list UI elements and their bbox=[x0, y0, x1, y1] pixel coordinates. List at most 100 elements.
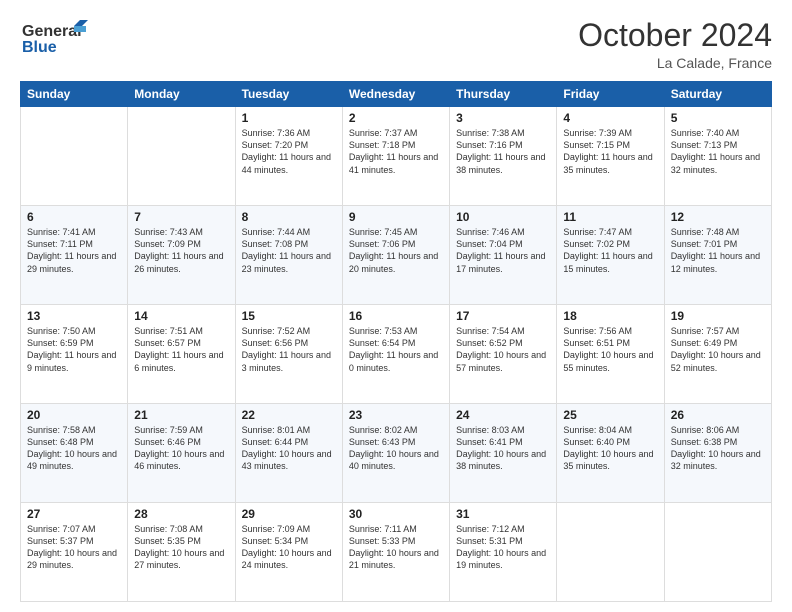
day-number: 4 bbox=[563, 111, 657, 125]
day-info: Sunrise: 7:46 AMSunset: 7:04 PMDaylight:… bbox=[456, 226, 550, 275]
day-info: Sunrise: 7:11 AMSunset: 5:33 PMDaylight:… bbox=[349, 523, 443, 572]
calendar-cell: 10 Sunrise: 7:46 AMSunset: 7:04 PMDayligh… bbox=[450, 206, 557, 305]
day-info: Sunrise: 7:54 AMSunset: 6:52 PMDaylight:… bbox=[456, 325, 550, 374]
day-info: Sunrise: 8:03 AMSunset: 6:41 PMDaylight:… bbox=[456, 424, 550, 473]
day-number: 26 bbox=[671, 408, 765, 422]
location-subtitle: La Calade, France bbox=[578, 55, 772, 71]
calendar-cell: 15 Sunrise: 7:52 AMSunset: 6:56 PMDayligh… bbox=[235, 305, 342, 404]
day-info: Sunrise: 7:09 AMSunset: 5:34 PMDaylight:… bbox=[242, 523, 336, 572]
day-info: Sunrise: 7:56 AMSunset: 6:51 PMDaylight:… bbox=[563, 325, 657, 374]
title-area: October 2024 La Calade, France bbox=[578, 18, 772, 71]
day-number: 23 bbox=[349, 408, 443, 422]
day-number: 30 bbox=[349, 507, 443, 521]
calendar-week-row: 20 Sunrise: 7:58 AMSunset: 6:48 PMDayligh… bbox=[21, 404, 772, 503]
day-info: Sunrise: 7:58 AMSunset: 6:48 PMDaylight:… bbox=[27, 424, 121, 473]
day-number: 22 bbox=[242, 408, 336, 422]
day-info: Sunrise: 7:41 AMSunset: 7:11 PMDaylight:… bbox=[27, 226, 121, 275]
calendar-cell: 31Sunrise: 7:12 AMSunset: 5:31 PMDayligh… bbox=[450, 503, 557, 602]
calendar-cell: 13 Sunrise: 7:50 AMSunset: 6:59 PMDayligh… bbox=[21, 305, 128, 404]
day-number: 2 bbox=[349, 111, 443, 125]
day-info: Sunrise: 7:59 AMSunset: 6:46 PMDaylight:… bbox=[134, 424, 228, 473]
calendar-cell: 2 Sunrise: 7:37 AMSunset: 7:18 PMDaylight… bbox=[342, 107, 449, 206]
day-number: 20 bbox=[27, 408, 121, 422]
day-info: Sunrise: 7:48 AMSunset: 7:01 PMDaylight:… bbox=[671, 226, 765, 275]
calendar-cell bbox=[128, 107, 235, 206]
calendar-cell: 3 Sunrise: 7:38 AMSunset: 7:16 PMDaylight… bbox=[450, 107, 557, 206]
calendar-cell: 11 Sunrise: 7:47 AMSunset: 7:02 PMDayligh… bbox=[557, 206, 664, 305]
calendar-cell bbox=[557, 503, 664, 602]
calendar-table: SundayMondayTuesdayWednesdayThursdayFrid… bbox=[20, 81, 772, 602]
calendar-cell: 14Sunrise: 7:51 AMSunset: 6:57 PMDayligh… bbox=[128, 305, 235, 404]
day-number: 11 bbox=[563, 210, 657, 224]
day-number: 18 bbox=[563, 309, 657, 323]
day-info: Sunrise: 8:06 AMSunset: 6:38 PMDaylight:… bbox=[671, 424, 765, 473]
weekday-header-thursday: Thursday bbox=[450, 82, 557, 107]
day-number: 29 bbox=[242, 507, 336, 521]
day-number: 5 bbox=[671, 111, 765, 125]
day-number: 1 bbox=[242, 111, 336, 125]
calendar-cell: 29 Sunrise: 7:09 AMSunset: 5:34 PMDayligh… bbox=[235, 503, 342, 602]
calendar-cell: 25Sunrise: 8:04 AMSunset: 6:40 PMDayligh… bbox=[557, 404, 664, 503]
page-header: General Blue October 2024 La Calade, Fra… bbox=[20, 18, 772, 71]
day-number: 24 bbox=[456, 408, 550, 422]
svg-text:General: General bbox=[22, 23, 82, 40]
day-info: Sunrise: 7:36 AMSunset: 7:20 PMDaylight:… bbox=[242, 127, 336, 176]
day-info: Sunrise: 7:38 AMSunset: 7:16 PMDaylight:… bbox=[456, 127, 550, 176]
calendar-cell: 17 Sunrise: 7:54 AMSunset: 6:52 PMDayligh… bbox=[450, 305, 557, 404]
calendar-cell: 9Sunrise: 7:45 AMSunset: 7:06 PMDaylight… bbox=[342, 206, 449, 305]
calendar-cell: 7Sunrise: 7:43 AMSunset: 7:09 PMDaylight… bbox=[128, 206, 235, 305]
calendar-cell: 18 Sunrise: 7:56 AMSunset: 6:51 PMDayligh… bbox=[557, 305, 664, 404]
calendar-cell: 4Sunrise: 7:39 AMSunset: 7:15 PMDaylight… bbox=[557, 107, 664, 206]
calendar-cell: 27Sunrise: 7:07 AMSunset: 5:37 PMDayligh… bbox=[21, 503, 128, 602]
day-number: 12 bbox=[671, 210, 765, 224]
weekday-header-saturday: Saturday bbox=[664, 82, 771, 107]
day-number: 3 bbox=[456, 111, 550, 125]
weekday-header-wednesday: Wednesday bbox=[342, 82, 449, 107]
day-info: Sunrise: 7:37 AMSunset: 7:18 PMDaylight:… bbox=[349, 127, 443, 176]
calendar-cell: 8Sunrise: 7:44 AMSunset: 7:08 PMDaylight… bbox=[235, 206, 342, 305]
svg-text:Blue: Blue bbox=[22, 39, 57, 56]
calendar-cell: 6 Sunrise: 7:41 AMSunset: 7:11 PMDaylight… bbox=[21, 206, 128, 305]
calendar-cell: 23Sunrise: 8:02 AMSunset: 6:43 PMDayligh… bbox=[342, 404, 449, 503]
day-info: Sunrise: 7:47 AMSunset: 7:02 PMDaylight:… bbox=[563, 226, 657, 275]
calendar-cell bbox=[21, 107, 128, 206]
day-number: 25 bbox=[563, 408, 657, 422]
calendar-cell: 28Sunrise: 7:08 AMSunset: 5:35 PMDayligh… bbox=[128, 503, 235, 602]
calendar-cell bbox=[664, 503, 771, 602]
day-number: 7 bbox=[134, 210, 228, 224]
day-info: Sunrise: 7:53 AMSunset: 6:54 PMDaylight:… bbox=[349, 325, 443, 374]
day-number: 31 bbox=[456, 507, 550, 521]
day-number: 14 bbox=[134, 309, 228, 323]
day-number: 15 bbox=[242, 309, 336, 323]
day-number: 21 bbox=[134, 408, 228, 422]
day-info: Sunrise: 7:08 AMSunset: 5:35 PMDaylight:… bbox=[134, 523, 228, 572]
logo-icon: General Blue bbox=[20, 18, 90, 60]
weekday-header-monday: Monday bbox=[128, 82, 235, 107]
calendar-cell: 26 Sunrise: 8:06 AMSunset: 6:38 PMDayligh… bbox=[664, 404, 771, 503]
day-number: 8 bbox=[242, 210, 336, 224]
calendar-week-row: 27Sunrise: 7:07 AMSunset: 5:37 PMDayligh… bbox=[21, 503, 772, 602]
calendar-cell: 24 Sunrise: 8:03 AMSunset: 6:41 PMDayligh… bbox=[450, 404, 557, 503]
day-number: 19 bbox=[671, 309, 765, 323]
calendar-cell: 5Sunrise: 7:40 AMSunset: 7:13 PMDaylight… bbox=[664, 107, 771, 206]
calendar-cell: 21 Sunrise: 7:59 AMSunset: 6:46 PMDayligh… bbox=[128, 404, 235, 503]
calendar-cell: 22 Sunrise: 8:01 AMSunset: 6:44 PMDayligh… bbox=[235, 404, 342, 503]
weekday-header-friday: Friday bbox=[557, 82, 664, 107]
day-number: 9 bbox=[349, 210, 443, 224]
calendar-week-row: 1 Sunrise: 7:36 AMSunset: 7:20 PMDaylight… bbox=[21, 107, 772, 206]
day-info: Sunrise: 7:52 AMSunset: 6:56 PMDaylight:… bbox=[242, 325, 336, 374]
calendar-cell: 20 Sunrise: 7:58 AMSunset: 6:48 PMDayligh… bbox=[21, 404, 128, 503]
day-number: 13 bbox=[27, 309, 121, 323]
calendar-cell: 12 Sunrise: 7:48 AMSunset: 7:01 PMDayligh… bbox=[664, 206, 771, 305]
calendar-week-row: 6 Sunrise: 7:41 AMSunset: 7:11 PMDaylight… bbox=[21, 206, 772, 305]
month-title: October 2024 bbox=[578, 18, 772, 53]
day-number: 17 bbox=[456, 309, 550, 323]
calendar-cell: 16Sunrise: 7:53 AMSunset: 6:54 PMDayligh… bbox=[342, 305, 449, 404]
weekday-header-sunday: Sunday bbox=[21, 82, 128, 107]
day-info: Sunrise: 8:01 AMSunset: 6:44 PMDaylight:… bbox=[242, 424, 336, 473]
day-info: Sunrise: 7:50 AMSunset: 6:59 PMDaylight:… bbox=[27, 325, 121, 374]
day-number: 6 bbox=[27, 210, 121, 224]
day-number: 10 bbox=[456, 210, 550, 224]
day-info: Sunrise: 7:57 AMSunset: 6:49 PMDaylight:… bbox=[671, 325, 765, 374]
logo: General Blue bbox=[20, 18, 90, 65]
